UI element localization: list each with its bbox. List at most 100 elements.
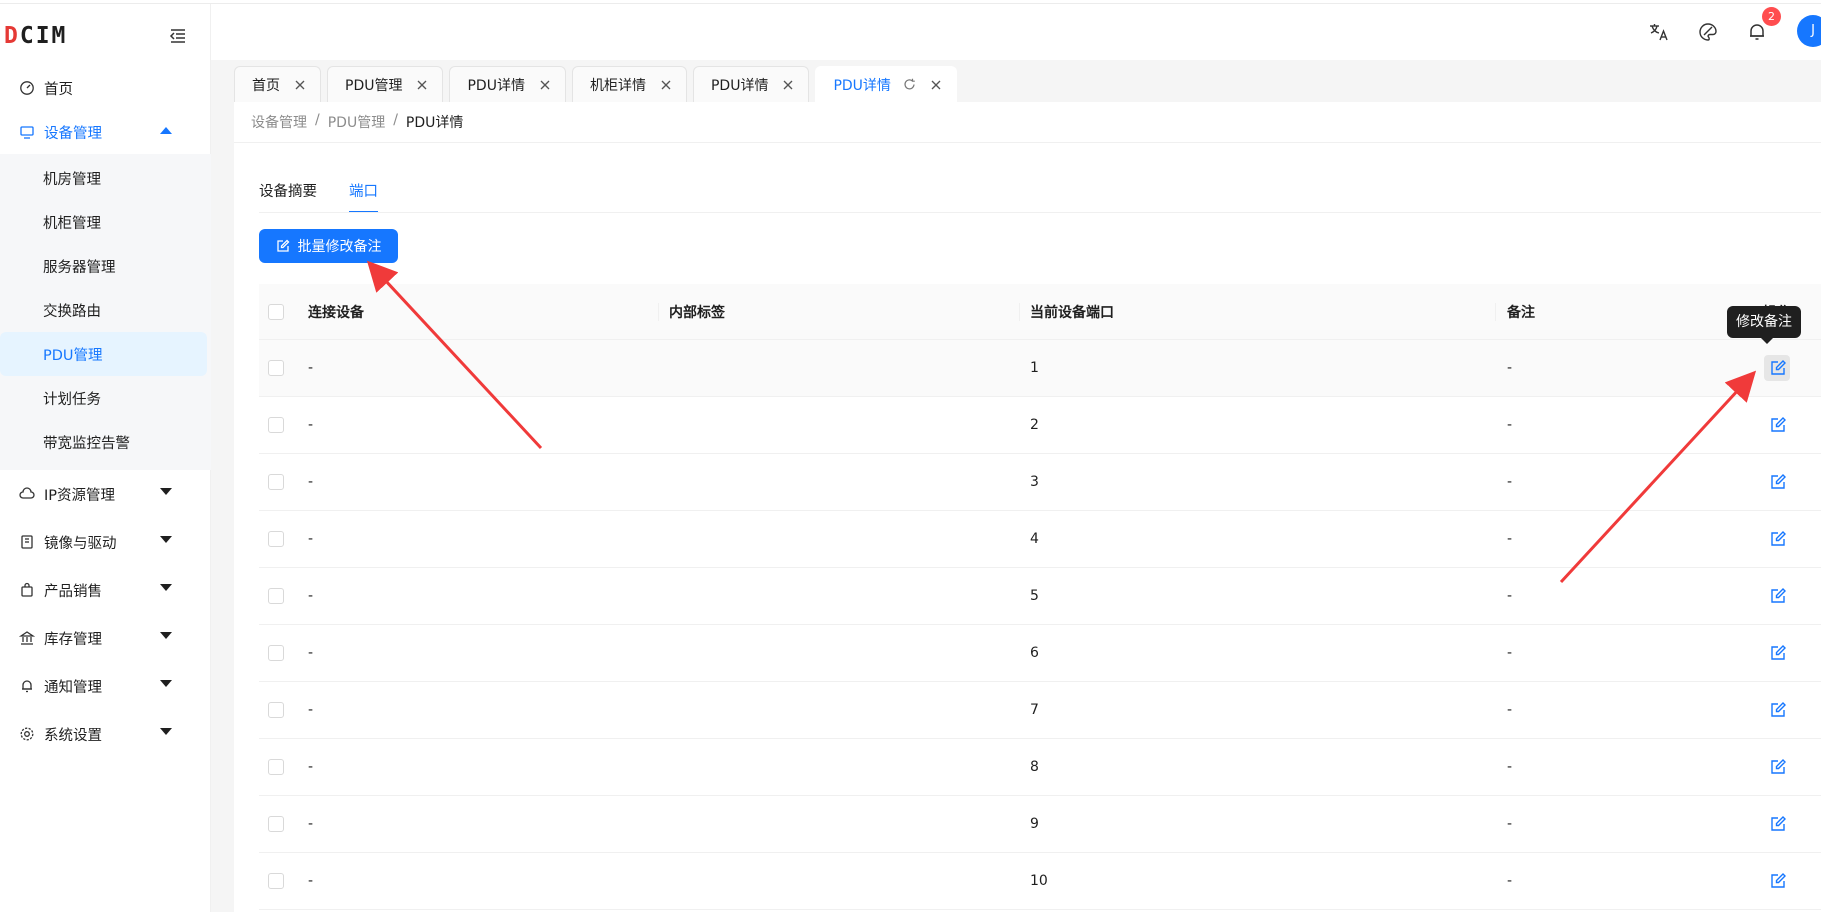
close-icon[interactable] xyxy=(782,79,794,91)
cell-note: - xyxy=(1507,759,1513,775)
tab-cabinet-detail[interactable]: 机柜详情 xyxy=(571,66,687,102)
sidebar-item-datacenter[interactable]: 机房管理 xyxy=(0,156,207,200)
refresh-icon[interactable] xyxy=(903,78,916,91)
app-logo[interactable]: D CIM xyxy=(4,22,67,50)
avatar[interactable]: J xyxy=(1797,15,1821,47)
subtab-ports[interactable]: 端口 xyxy=(349,180,378,213)
tab-label: PDU管理 xyxy=(345,77,403,94)
detail-subtabs: 设备摘要 端口 xyxy=(259,180,410,213)
sidebar-item-product-sales[interactable]: 产品销售 xyxy=(0,566,211,614)
close-icon[interactable] xyxy=(294,79,306,91)
row-checkbox[interactable] xyxy=(268,759,284,775)
tab-label: PDU详情 xyxy=(467,77,525,94)
breadcrumb-separator: / xyxy=(315,112,320,128)
sidebar-item-home[interactable]: 首页 xyxy=(0,66,211,110)
row-checkbox[interactable] xyxy=(268,360,284,376)
row-checkbox[interactable] xyxy=(268,474,284,490)
edit-note-icon[interactable] xyxy=(1769,530,1787,548)
book-icon xyxy=(21,535,33,549)
edit-note-icon[interactable] xyxy=(1769,758,1787,776)
table-row: - 8 - xyxy=(259,739,1821,796)
caret-down-icon xyxy=(160,680,172,687)
row-checkbox[interactable] xyxy=(268,588,284,604)
sidebar-item-switch-router[interactable]: 交换路由 xyxy=(0,288,207,332)
edit-note-icon[interactable] xyxy=(1769,473,1787,491)
edit-note-icon[interactable] xyxy=(1769,815,1787,833)
table-row: - 10 - xyxy=(259,853,1821,910)
sidebar-item-label: 设备管理 xyxy=(44,125,102,142)
table-row: - 2 - xyxy=(259,397,1821,454)
sidebar-item-inventory[interactable]: 库存管理 xyxy=(0,614,211,662)
edit-note-icon[interactable] xyxy=(1769,872,1787,890)
device-submenu: 机房管理 机柜管理 服务器管理 交换路由 PDU管理 计划任务 带宽监控告警 xyxy=(0,154,211,470)
close-icon[interactable] xyxy=(660,79,672,91)
top-border xyxy=(0,0,1821,4)
close-icon[interactable] xyxy=(416,79,428,91)
sidebar-item-system-settings[interactable]: 系统设置 xyxy=(0,710,211,758)
cell-note: - xyxy=(1507,645,1513,661)
row-checkbox[interactable] xyxy=(268,531,284,547)
tab-home[interactable]: 首页 xyxy=(234,66,321,102)
sidebar-item-ip-resources[interactable]: IP资源管理 xyxy=(0,470,211,518)
subtab-summary[interactable]: 设备摘要 xyxy=(259,180,317,213)
row-checkbox[interactable] xyxy=(268,702,284,718)
cell-device-port: 4 xyxy=(1030,531,1039,547)
sidebar-item-server[interactable]: 服务器管理 xyxy=(0,244,207,288)
select-all-checkbox[interactable] xyxy=(268,303,284,320)
row-checkbox[interactable] xyxy=(268,645,284,661)
translate-icon[interactable] xyxy=(1648,21,1670,43)
close-icon[interactable] xyxy=(539,79,551,91)
close-icon[interactable] xyxy=(930,79,942,91)
sidebar-menu: 首页 设备管理 机房管理 机柜管理 服务器管理 交换路由 PDU管理 计划任务 … xyxy=(0,66,211,758)
cell-connected-device: - xyxy=(308,360,314,376)
edit-note-icon[interactable] xyxy=(1769,644,1787,662)
column-header: 内部标签 xyxy=(669,304,725,321)
sidebar-item-scheduled-task[interactable]: 计划任务 xyxy=(0,376,207,420)
tab-label: 机柜详情 xyxy=(589,77,646,94)
table-row: - 1 - xyxy=(259,340,1821,397)
cell-connected-device: - xyxy=(308,417,314,433)
cell-connected-device: - xyxy=(308,588,314,604)
table-row: - 9 - xyxy=(259,796,1821,853)
tab-pdu-management[interactable]: PDU管理 xyxy=(327,66,444,102)
divider xyxy=(259,212,1821,213)
cell-connected-device: - xyxy=(308,759,314,775)
breadcrumb-item[interactable]: 设备管理 xyxy=(251,112,307,132)
row-checkbox[interactable] xyxy=(268,417,284,433)
cell-device-port: 3 xyxy=(1030,474,1039,490)
sidebar-item-image-driver[interactable]: 镜像与驱动 xyxy=(0,518,211,566)
sidebar-item-device-management[interactable]: 设备管理 xyxy=(0,110,211,154)
sidebar-item-notifications[interactable]: 通知管理 xyxy=(0,662,211,710)
table-row: - 4 - xyxy=(259,511,1821,568)
cell-note: - xyxy=(1507,417,1513,433)
cell-connected-device: - xyxy=(308,474,314,490)
cell-note: - xyxy=(1507,531,1513,547)
divider xyxy=(234,142,1821,143)
menu-collapse-icon[interactable] xyxy=(168,26,188,46)
shopping-bag-icon xyxy=(21,582,33,597)
batch-edit-note-button[interactable]: 批量修改备注 xyxy=(259,229,398,263)
table-row: - 7 - xyxy=(259,682,1821,739)
breadcrumb-item[interactable]: PDU管理 xyxy=(328,112,385,132)
sidebar-item-bandwidth-alert[interactable]: 带宽监控告警 xyxy=(0,420,207,464)
edit-note-icon[interactable] xyxy=(1769,359,1787,377)
row-checkbox[interactable] xyxy=(268,816,284,832)
cell-note: - xyxy=(1507,588,1513,604)
caret-down-icon xyxy=(160,728,172,735)
sidebar-item-cabinet[interactable]: 机柜管理 xyxy=(0,200,207,244)
row-checkbox[interactable] xyxy=(268,873,284,889)
tab-pdu-detail-active[interactable]: PDU详情 xyxy=(815,66,957,102)
theme-palette-icon[interactable] xyxy=(1697,21,1719,43)
edit-note-icon[interactable] xyxy=(1769,701,1787,719)
cell-device-port: 2 xyxy=(1030,417,1039,433)
tab-pdu-detail[interactable]: PDU详情 xyxy=(449,66,566,102)
table-body: - 1 - - 2 - - 3 - - 4 - - 5 - - 6 - - 7 - - 8 - - 9 - - 10 - xyxy=(259,340,1821,910)
notification-bell-icon[interactable] xyxy=(1746,21,1768,43)
tab-pdu-detail[interactable]: PDU详情 xyxy=(692,66,810,102)
column-header: 备注 xyxy=(1507,304,1535,321)
cell-connected-device: - xyxy=(308,531,314,547)
sidebar-item-pdu[interactable]: PDU管理 xyxy=(0,332,207,376)
edit-note-icon[interactable] xyxy=(1769,587,1787,605)
sidebar-item-label: 镜像与驱动 xyxy=(44,535,117,552)
edit-note-icon[interactable] xyxy=(1769,416,1787,434)
